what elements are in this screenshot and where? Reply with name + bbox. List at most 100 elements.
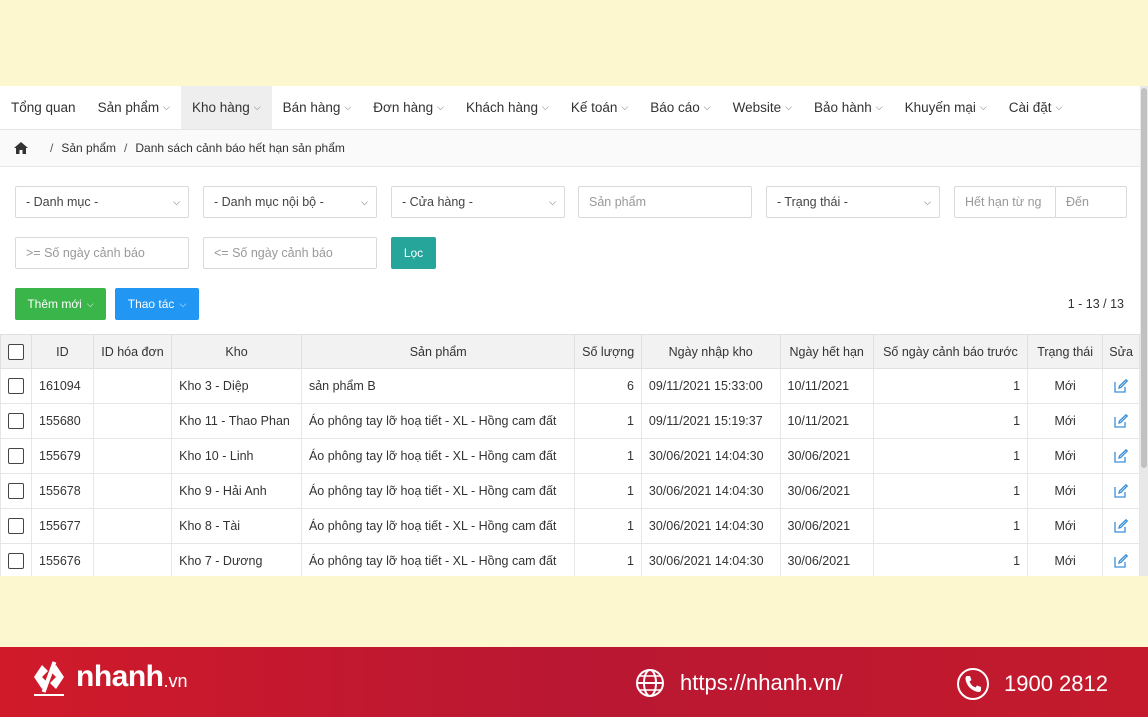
warn-days-max-input[interactable]: <= Số ngày cảnh báo: [203, 237, 377, 269]
column-header[interactable]: Số lượng: [574, 334, 642, 369]
category-select[interactable]: - Danh mục - ⌵: [15, 186, 189, 218]
edit-cell: [1102, 508, 1140, 544]
cell-warehouse: Kho 8 - Tài: [171, 508, 302, 544]
chevron-down-icon: ⌵: [173, 197, 180, 207]
breadcrumb-products[interactable]: Sản phẩm: [61, 141, 116, 155]
hotline[interactable]: 1900 2812: [956, 667, 1108, 701]
row-checkbox[interactable]: [8, 413, 24, 429]
cell-warehouse: Kho 7 - Dương: [171, 543, 302, 576]
home-icon[interactable]: [14, 142, 28, 154]
website-link[interactable]: https://nhanh.vn/: [634, 667, 843, 699]
nav-item[interactable]: Kế toán ⌵: [560, 86, 639, 129]
vertical-scrollbar[interactable]: [1140, 86, 1148, 576]
nav-item[interactable]: Bán hàng ⌵: [272, 86, 363, 129]
expiry-to-input[interactable]: Đến: [1055, 186, 1127, 218]
nav-item[interactable]: Tổng quan: [0, 86, 87, 129]
chevron-down-icon: ⌵: [542, 102, 549, 112]
edit-icon[interactable]: [1114, 379, 1129, 393]
table-header-row: ID ID hóa đơn Kho Sản phẩm Số lượng Ngày…: [0, 334, 1140, 369]
column-header[interactable]: ID hóa đơn: [92, 334, 173, 369]
column-header[interactable]: Ngày hết hạn: [779, 334, 874, 369]
cell-qty: 1: [574, 473, 642, 509]
cell-import-date: 30/06/2021 14:04:30: [640, 473, 781, 509]
cell-product: Áo phông tay lỡ hoạ tiết - XL - Hồng cam…: [300, 403, 576, 439]
chevron-down-icon: ⌵: [1055, 102, 1063, 112]
table-row[interactable]: 155678 Kho 9 - Hải Anh Áo phông tay lỡ hoạ…: [0, 473, 1140, 509]
row-checkbox[interactable]: [8, 518, 24, 534]
edit-icon[interactable]: [1114, 554, 1129, 568]
edit-icon[interactable]: [1114, 449, 1129, 463]
product-input-placeholder: Sản phẩm: [589, 195, 646, 209]
row-checkbox[interactable]: [8, 553, 24, 569]
cell-qty: 1: [574, 543, 642, 576]
nav-item[interactable]: Sản phẩm ⌵: [87, 86, 181, 129]
warn-days-min-input[interactable]: >= Số ngày cảnh báo: [15, 237, 189, 269]
table-row[interactable]: 161094 Kho 3 - Diệp sản phẩm B 6 09/11/2021 …: [0, 368, 1140, 404]
nav-item[interactable]: Website ⌵: [722, 86, 803, 129]
chevron-down-icon: ⌵: [979, 102, 987, 112]
row-select-cell: [0, 473, 32, 509]
internal-category-select[interactable]: - Danh mục nội bộ - ⌵: [203, 186, 377, 218]
filter-button[interactable]: Lọc: [391, 237, 436, 269]
cell-id: 161094: [31, 368, 94, 404]
expiry-from-input[interactable]: Hết hạn từ ng: [954, 186, 1056, 218]
nav-item[interactable]: Báo cáo ⌵: [639, 86, 721, 129]
nav-item-label: Cài đặt: [1008, 100, 1052, 115]
cell-expiry: 30/06/2021: [779, 438, 874, 474]
column-header: Sửa: [1102, 334, 1140, 369]
nav-item[interactable]: Bảo hành ⌵: [803, 86, 894, 129]
scrollbar-thumb[interactable]: [1141, 88, 1147, 468]
cell-warehouse: Kho 3 - Diệp: [171, 368, 302, 404]
cell-invoice: [92, 473, 173, 509]
nav-item[interactable]: Đơn hàng ⌵: [362, 86, 455, 129]
column-header[interactable]: Sản phẩm: [300, 334, 576, 369]
nav-item-label: Kho hàng: [191, 100, 250, 115]
column-header[interactable]: Ngày nhập kho: [640, 334, 781, 369]
table-row[interactable]: 155676 Kho 7 - Dương Áo phông tay lỡ hoạ t…: [0, 543, 1140, 576]
table-body: 161094 Kho 3 - Diệp sản phẩm B 6 09/11/2021 …: [0, 368, 1140, 576]
cell-expiry: 30/06/2021: [779, 473, 874, 509]
edit-icon[interactable]: [1114, 414, 1129, 428]
nav-item-label: Tổng quan: [11, 100, 76, 115]
nav-item-label: Bảo hành: [813, 100, 872, 115]
row-checkbox[interactable]: [8, 448, 24, 464]
table-row[interactable]: 155677 Kho 8 - Tài Áo phông tay lỡ hoạ tiế…: [0, 508, 1140, 544]
row-checkbox[interactable]: [8, 483, 24, 499]
select-all-checkbox[interactable]: [8, 343, 24, 360]
table-row[interactable]: 155680 Kho 11 - Thao Phan Áo phông tay lỡ …: [0, 403, 1140, 439]
operations-button[interactable]: Thao tác ⌵: [115, 288, 199, 320]
nav-item[interactable]: Khách hàng ⌵: [455, 86, 560, 129]
edit-cell: [1102, 438, 1140, 474]
chevron-down-icon: ⌵: [703, 102, 711, 112]
select-all-header: [0, 334, 32, 369]
cell-id: 155680: [31, 403, 94, 439]
add-new-button[interactable]: Thêm mới ⌵: [15, 288, 106, 320]
column-header[interactable]: ID: [31, 334, 94, 369]
row-checkbox[interactable]: [8, 378, 24, 394]
breadcrumb-separator: /: [50, 141, 54, 155]
nav-item[interactable]: Cài đặt ⌵: [998, 86, 1074, 129]
column-header[interactable]: Kho: [171, 334, 302, 369]
brand-tld: .vn: [163, 670, 188, 691]
edit-icon[interactable]: [1114, 484, 1129, 498]
status-select[interactable]: - Trạng thái - ⌵: [766, 186, 940, 218]
add-new-button-label: Thêm mới: [27, 297, 82, 311]
store-select[interactable]: - Cửa hàng - ⌵: [391, 186, 565, 218]
nav-item-label: Khuyến mại: [904, 100, 976, 115]
nav-item-label: Sản phẩm: [97, 100, 160, 115]
edit-icon[interactable]: [1114, 519, 1129, 533]
product-input[interactable]: Sản phẩm: [578, 186, 752, 218]
nav-item-label: Kế toán: [570, 100, 618, 115]
nav-item[interactable]: Kho hàng ⌵: [180, 86, 272, 129]
hotline-number: 1900 2812: [1004, 671, 1108, 696]
table-row[interactable]: 155679 Kho 10 - Linh Áo phông tay lỡ hoạ t…: [0, 438, 1140, 474]
cell-warn-days: 1: [872, 543, 1029, 576]
cell-product: Áo phông tay lỡ hoạ tiết - XL - Hồng cam…: [300, 508, 576, 544]
nav-item[interactable]: Khuyến mại ⌵: [894, 86, 998, 129]
nav-item-label: Đơn hàng: [373, 100, 434, 115]
column-header[interactable]: Số ngày cảnh báo trước: [872, 334, 1029, 369]
chevron-down-icon: ⌵: [344, 102, 352, 112]
column-header[interactable]: Trạng thái: [1027, 334, 1104, 369]
cell-id: 155678: [31, 473, 94, 509]
phone-icon: [957, 668, 989, 700]
